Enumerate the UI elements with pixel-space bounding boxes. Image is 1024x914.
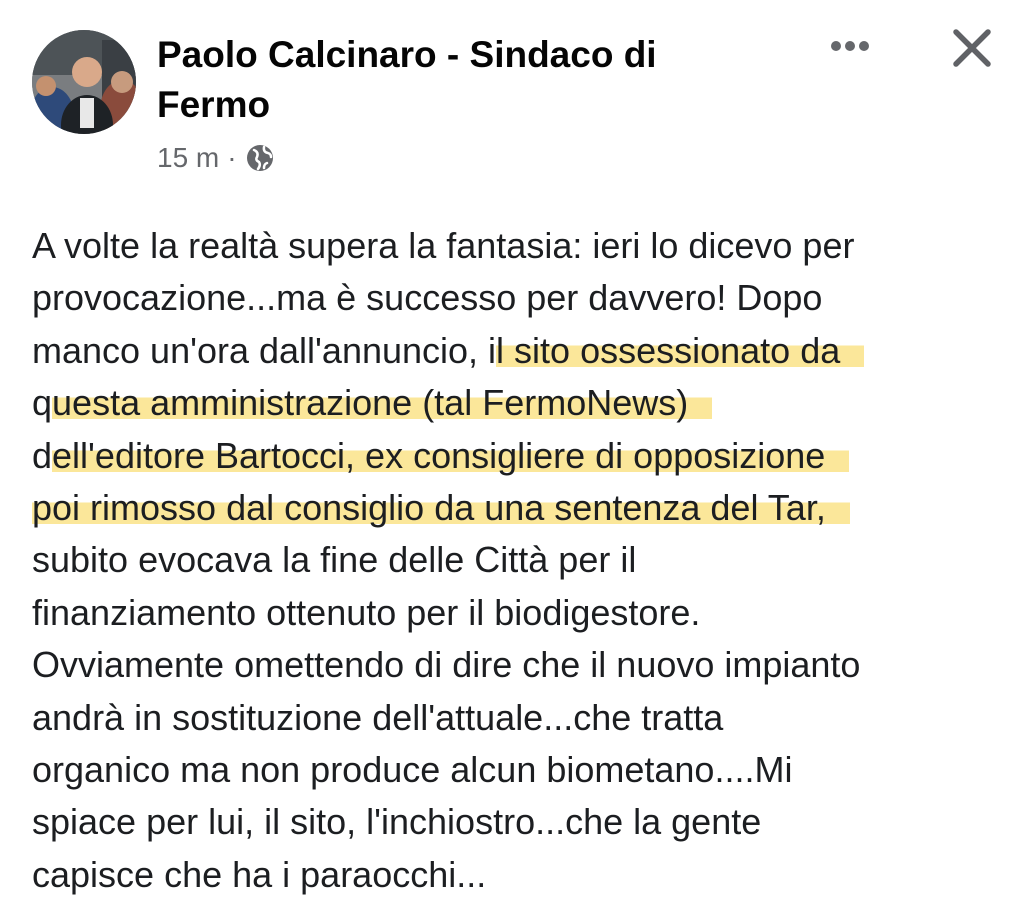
post-line: andrà in sostituzione dell'attuale...che… <box>32 692 1007 744</box>
post-text-segment: andrà in sostituzione dell'attuale...che… <box>32 696 724 738</box>
highlighted-text: ell'editore Bartocci, ex consigliere di … <box>52 434 850 476</box>
post-line: poi rimosso dal consiglio da una sentenz… <box>32 482 1007 534</box>
post-text-segment: provocazione...ma è successo per davvero… <box>32 277 823 319</box>
post-line: questa amministrazione (tal FermoNews) <box>32 377 1007 429</box>
post-text-segment: manco un'ora dall'annuncio, i <box>32 329 497 371</box>
author-name[interactable]: Paolo Calcinaro - Sindaco di Fermo <box>157 30 777 130</box>
post-text-segment: d <box>32 434 53 476</box>
post-text-segment: Ovviamente omettendo di dire che il nuov… <box>32 644 861 686</box>
post-text-segment: subito evocava la fine delle Città per i… <box>32 539 637 581</box>
more-dots-icon <box>830 39 870 57</box>
post-line: A volte la realtà supera la fantasia: ie… <box>32 220 1007 272</box>
post-line: organico ma non produce alcun biometano.… <box>32 744 1007 796</box>
highlighted-text: poi rimosso dal consiglio da una sentenz… <box>32 487 850 529</box>
post-line: capisce che ha i paraocchi... <box>32 849 1007 901</box>
highlighted-text: l sito ossessionato da <box>496 329 865 371</box>
post-meta: 15 m · <box>157 140 275 176</box>
post-line: spiace per lui, il sito, l'inchiostro...… <box>32 796 1007 848</box>
post-line: finanziamento ottenuto per il biodigesto… <box>32 587 1007 639</box>
close-icon <box>952 28 992 73</box>
author-avatar[interactable] <box>32 30 136 134</box>
highlighted-text: uesta amministrazione (tal FermoNews) <box>52 382 713 424</box>
post-line: dell'editore Bartocci, ex consigliere di… <box>32 430 1007 482</box>
post-text-segment: q <box>32 382 53 424</box>
post-timestamp[interactable]: 15 m <box>157 140 219 176</box>
post-body: A volte la realtà supera la fantasia: ie… <box>32 220 1007 901</box>
post-text-segment: A volte la realtà supera la fantasia: ie… <box>32 225 855 266</box>
post-line: provocazione...ma è successo per davvero… <box>32 272 1007 324</box>
post-text-segment: spiace per lui, il sito, l'inchiostro...… <box>32 801 762 843</box>
post-text-segment: capisce che ha i paraocchi... <box>32 853 487 895</box>
meta-separator: · <box>227 142 237 173</box>
globe-icon <box>245 143 275 173</box>
post-text-segment: organico ma non produce alcun biometano.… <box>32 749 793 791</box>
post-text-segment: finanziamento ottenuto per il biodigesto… <box>32 591 701 633</box>
post-line: manco un'ora dall'annuncio, il sito osse… <box>32 325 1007 377</box>
post-line: Ovviamente omettendo di dire che il nuov… <box>32 639 1007 691</box>
post-line: subito evocava la fine delle Città per i… <box>32 534 1007 586</box>
more-options-button[interactable] <box>826 28 874 68</box>
close-button[interactable] <box>946 24 998 76</box>
